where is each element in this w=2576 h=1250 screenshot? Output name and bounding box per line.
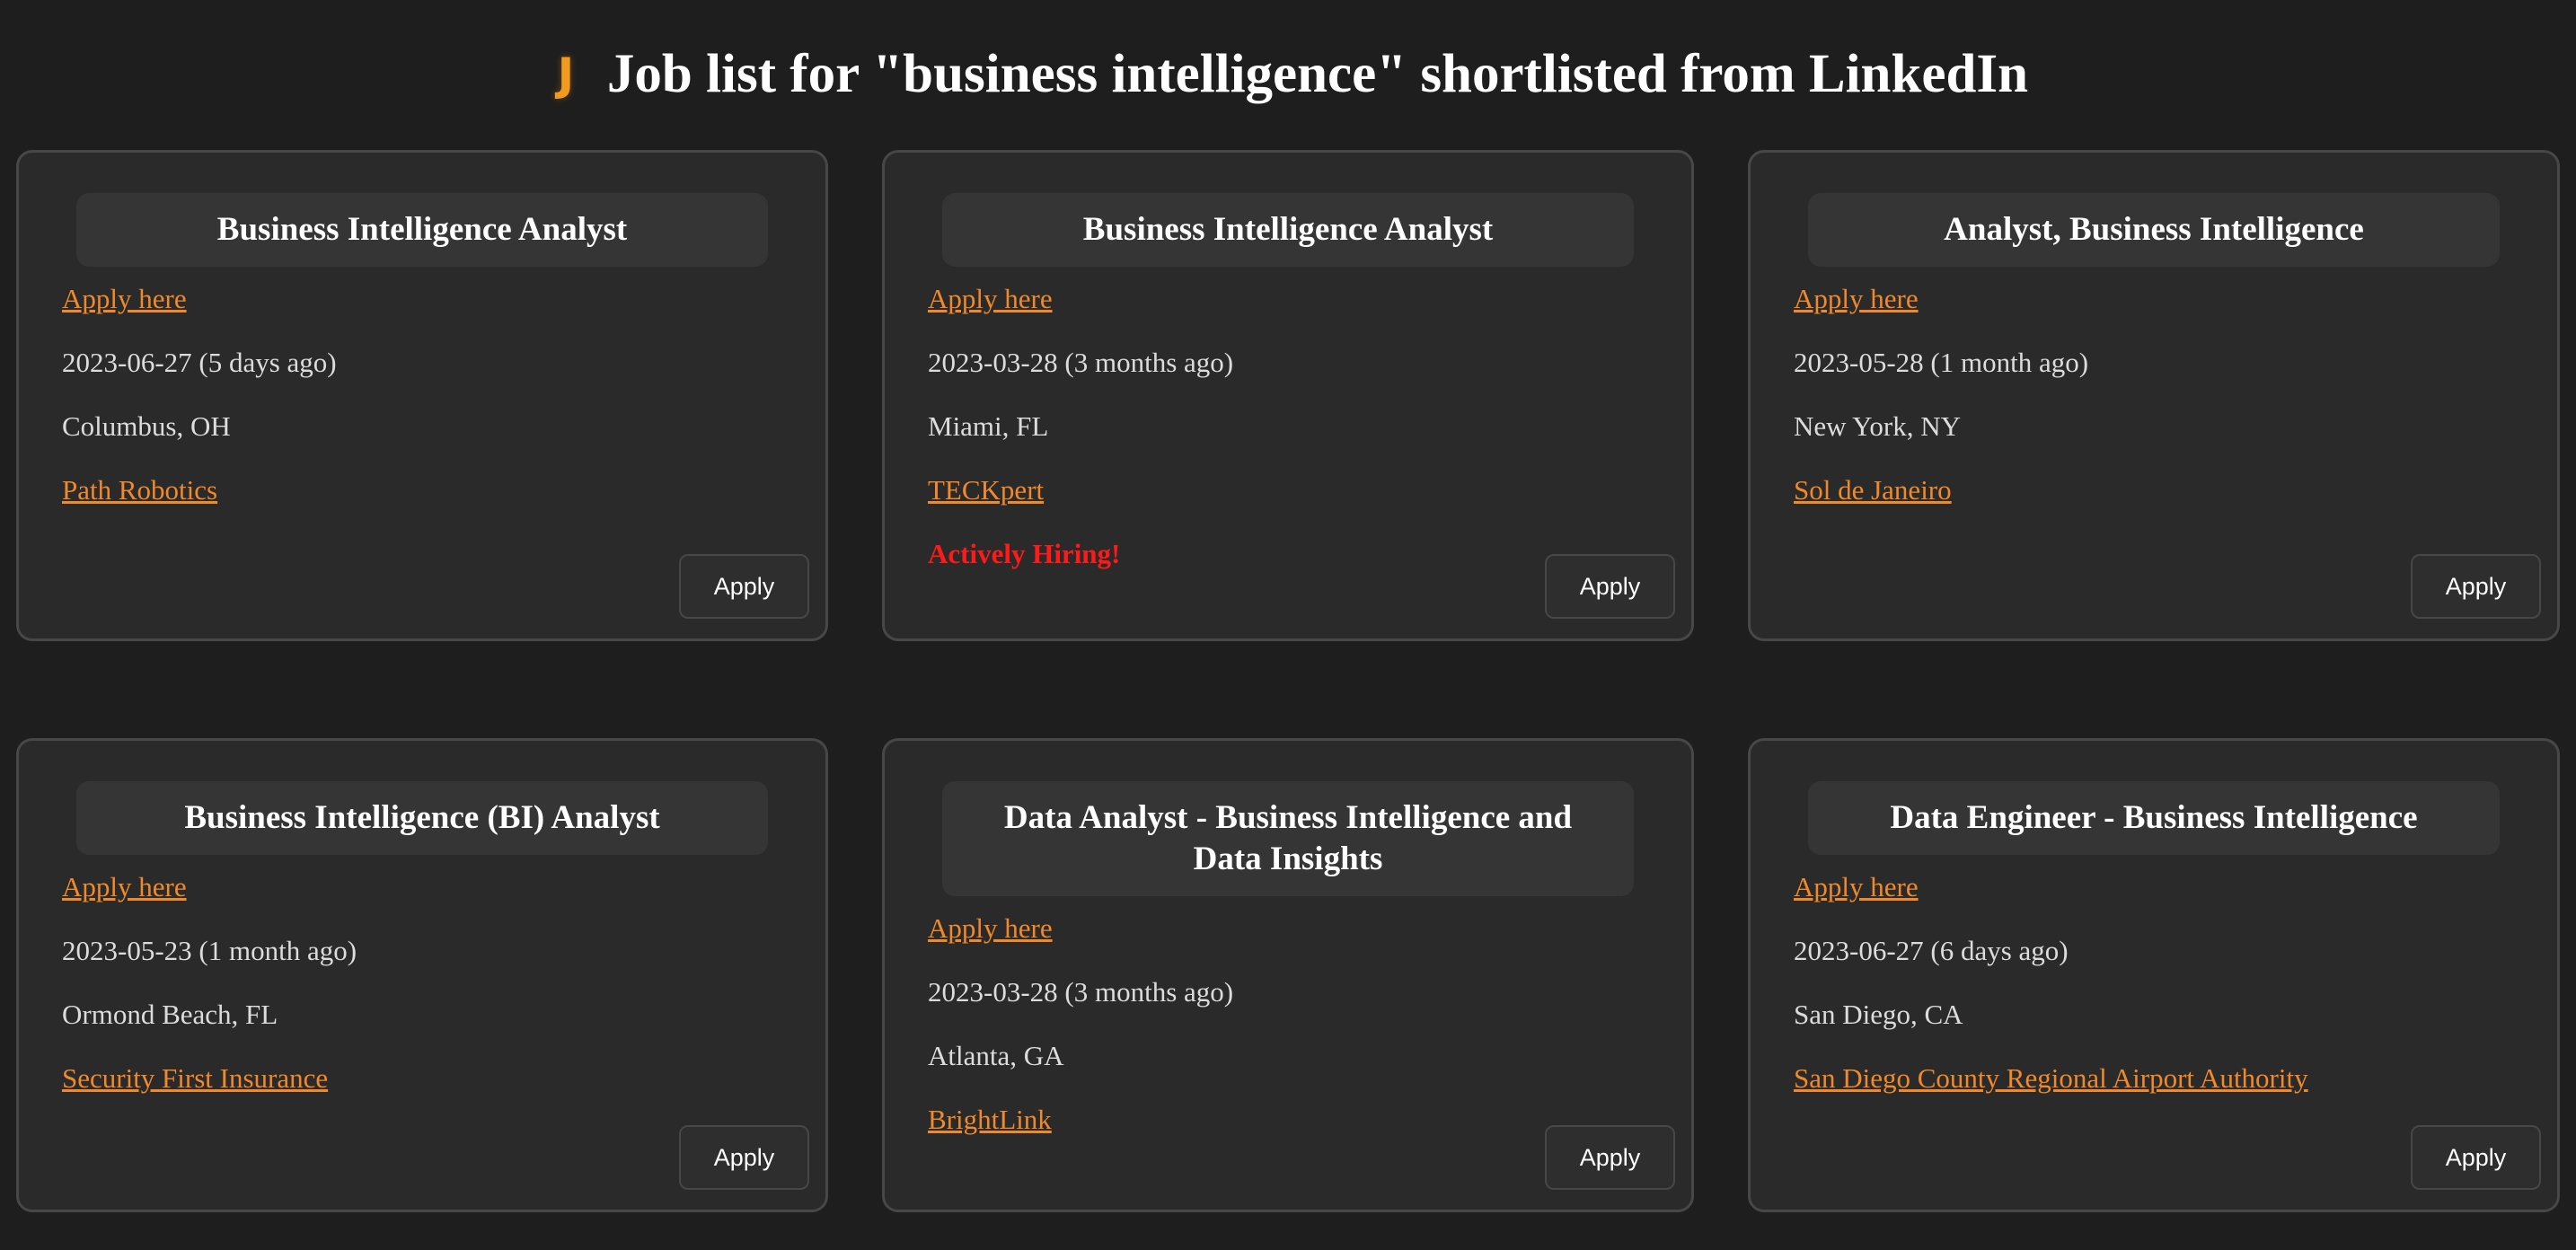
- posted-date: 2023-03-28 (3 months ago): [928, 347, 1234, 378]
- job-location: Atlanta, GA: [928, 1040, 1064, 1071]
- job-grid: Business Intelligence Analyst Apply here…: [16, 150, 2560, 1212]
- job-location: Miami, FL: [928, 410, 1049, 442]
- job-title: Data Analyst - Business Intelligence and…: [942, 781, 1634, 896]
- job-location: Ormond Beach, FL: [62, 999, 278, 1030]
- apply-here-link[interactable]: Apply here: [1794, 871, 1919, 902]
- job-card: Business Intelligence Analyst Apply here…: [882, 150, 1694, 641]
- posted-date: 2023-06-27 (6 days ago): [1794, 935, 2069, 966]
- apply-button[interactable]: Apply: [1545, 1125, 1675, 1190]
- company-link[interactable]: Security First Insurance: [62, 1062, 328, 1094]
- apply-button[interactable]: Apply: [2411, 1125, 2541, 1190]
- page-header: J Job list for "business intelligence" s…: [0, 34, 2576, 115]
- page-title: Job list for "business intelligence" sho…: [606, 44, 2029, 104]
- apply-here-link[interactable]: Apply here: [928, 912, 1053, 944]
- job-title: Business Intelligence Analyst: [76, 193, 768, 267]
- posted-date: 2023-03-28 (3 months ago): [928, 976, 1234, 1008]
- job-location: Columbus, OH: [62, 410, 231, 442]
- actively-hiring-badge: Actively Hiring!: [928, 538, 1121, 569]
- logo-icon: J: [557, 48, 575, 101]
- apply-button[interactable]: Apply: [679, 1125, 809, 1190]
- posted-date: 2023-05-23 (1 month ago): [62, 935, 357, 966]
- apply-here-link[interactable]: Apply here: [62, 871, 187, 902]
- apply-button[interactable]: Apply: [679, 554, 809, 619]
- job-card: Analyst, Business Intelligence Apply her…: [1748, 150, 2560, 641]
- company-link[interactable]: Path Robotics: [62, 474, 217, 506]
- apply-here-link[interactable]: Apply here: [62, 283, 187, 314]
- job-location: New York, NY: [1794, 410, 1962, 442]
- job-card: Business Intelligence (BI) Analyst Apply…: [16, 738, 828, 1212]
- job-title: Data Engineer - Business Intelligence: [1808, 781, 2500, 855]
- job-location: San Diego, CA: [1794, 999, 1963, 1030]
- page-title-wrap: J Job list for "business intelligence" s…: [548, 43, 2028, 106]
- company-link[interactable]: BrightLink: [928, 1104, 1052, 1135]
- apply-here-link[interactable]: Apply here: [928, 283, 1053, 314]
- job-title: Business Intelligence (BI) Analyst: [76, 781, 768, 855]
- apply-button[interactable]: Apply: [1545, 554, 1675, 619]
- company-link[interactable]: San Diego County Regional Airport Author…: [1794, 1062, 2308, 1094]
- job-title: Analyst, Business Intelligence: [1808, 193, 2500, 267]
- company-link[interactable]: TECKpert: [928, 474, 1044, 506]
- job-title: Business Intelligence Analyst: [942, 193, 1634, 267]
- apply-button[interactable]: Apply: [2411, 554, 2541, 619]
- posted-date: 2023-05-28 (1 month ago): [1794, 347, 2089, 378]
- job-card: Data Engineer - Business Intelligence Ap…: [1748, 738, 2560, 1212]
- posted-date: 2023-06-27 (5 days ago): [62, 347, 337, 378]
- job-card: Business Intelligence Analyst Apply here…: [16, 150, 828, 641]
- apply-here-link[interactable]: Apply here: [1794, 283, 1919, 314]
- job-card: Data Analyst - Business Intelligence and…: [882, 738, 1694, 1212]
- company-link[interactable]: Sol de Janeiro: [1794, 474, 1952, 506]
